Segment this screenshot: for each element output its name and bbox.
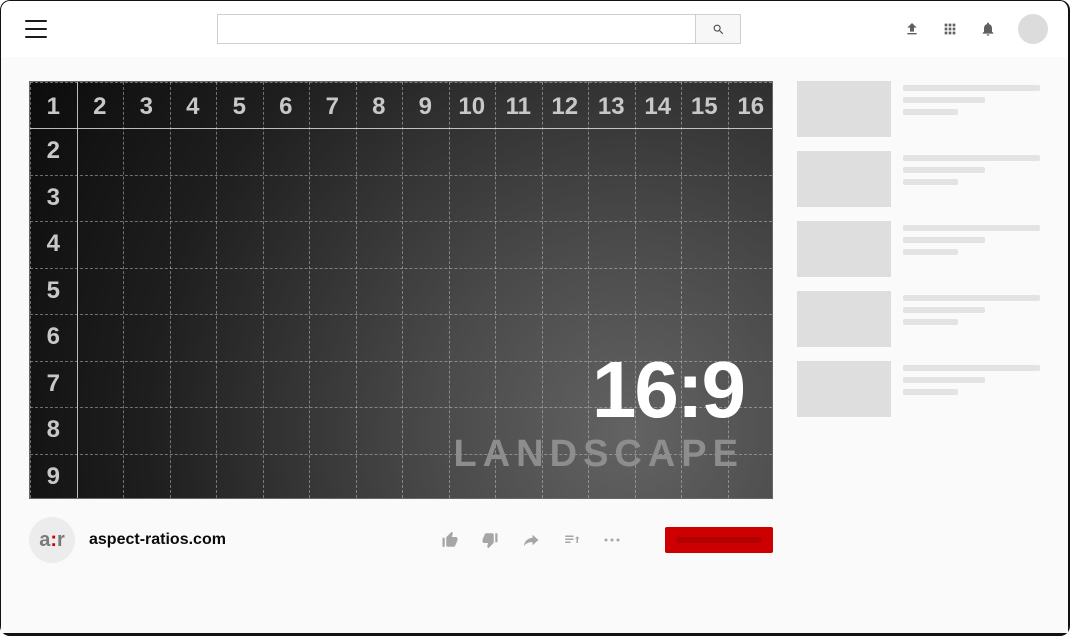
dislike-icon[interactable]: [481, 531, 499, 549]
video-player[interactable]: 1234567891011121314151623456789 16:9 LAN…: [29, 81, 773, 499]
search-button[interactable]: [695, 14, 741, 44]
main-column: 1234567891011121314151623456789 16:9 LAN…: [29, 81, 773, 615]
search-icon: [712, 23, 725, 36]
grid-col-label: 8: [356, 84, 403, 130]
suggestion-thumb: [797, 291, 891, 347]
app-window: 1234567891011121314151623456789 16:9 LAN…: [0, 0, 1070, 636]
grid-col-label: 5: [216, 84, 263, 130]
aspect-ratio-value: 16:9: [592, 350, 744, 430]
subscribe-button[interactable]: [665, 527, 773, 553]
suggestion-thumb: [797, 221, 891, 277]
grid-row-label: 4: [30, 221, 77, 267]
grid-col-label: 7: [309, 84, 356, 130]
grid-col-label: 6: [263, 84, 310, 130]
more-icon[interactable]: [603, 531, 621, 549]
grid-row-label: 3: [30, 175, 77, 221]
suggestion-thumb: [797, 361, 891, 417]
grid-col-label: 9: [402, 84, 449, 130]
suggestion-item[interactable]: [797, 81, 1040, 137]
suggestion-item[interactable]: [797, 151, 1040, 207]
grid-col-label: 11: [495, 84, 542, 130]
grid-col-label: 4: [170, 84, 217, 130]
menu-icon[interactable]: [25, 20, 47, 38]
below-player-row: a:r aspect-ratios.com: [29, 517, 773, 563]
apps-icon[interactable]: [942, 21, 958, 37]
bell-icon[interactable]: [980, 21, 996, 37]
grid-col-label: 16: [728, 84, 774, 130]
channel-name[interactable]: aspect-ratios.com: [89, 531, 226, 549]
grid-row-label: 8: [30, 407, 77, 453]
grid-row-label: 2: [30, 128, 77, 174]
like-icon[interactable]: [441, 531, 459, 549]
topbar: [1, 1, 1068, 57]
grid-col-label: 14: [635, 84, 682, 130]
suggestion-item[interactable]: [797, 291, 1040, 347]
suggestion-item[interactable]: [797, 361, 1040, 417]
content-area: 1234567891011121314151623456789 16:9 LAN…: [1, 57, 1068, 633]
suggestion-thumb: [797, 81, 891, 137]
grid-row-label: 9: [30, 454, 77, 499]
save-icon[interactable]: [563, 531, 581, 549]
suggestions-sidebar: [797, 81, 1040, 615]
grid-row-label: 7: [30, 361, 77, 407]
topbar-actions: [904, 14, 1048, 44]
grid-row-label: 6: [30, 314, 77, 360]
channel-avatar[interactable]: a:r: [29, 517, 75, 563]
share-icon[interactable]: [521, 531, 541, 549]
orientation-label: LANDSCAPE: [454, 433, 744, 476]
search-form: [217, 14, 741, 44]
upload-icon[interactable]: [904, 21, 920, 37]
grid-col-label: 12: [542, 84, 589, 130]
grid-col-label: 15: [681, 84, 728, 130]
video-actions: [441, 527, 773, 553]
suggestion-thumb: [797, 151, 891, 207]
grid-col-label: 3: [123, 84, 170, 130]
grid-col-label: 2: [77, 84, 124, 130]
grid-col-label: 10: [449, 84, 496, 130]
user-avatar[interactable]: [1018, 14, 1048, 44]
search-input[interactable]: [217, 14, 695, 44]
grid-col-label: 13: [588, 84, 635, 130]
suggestion-item[interactable]: [797, 221, 1040, 277]
grid-row-label: 5: [30, 268, 77, 314]
grid-col-label: 1: [30, 84, 77, 130]
